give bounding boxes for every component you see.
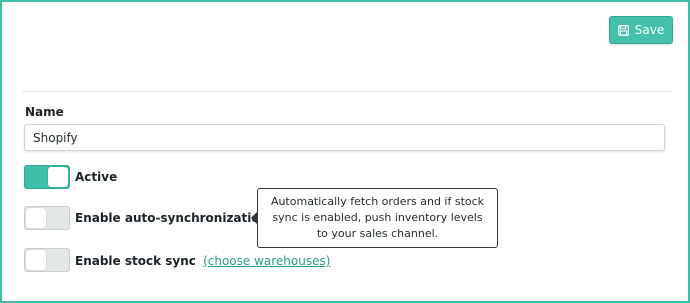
name-input[interactable]: [24, 124, 665, 151]
tooltip-text: Automatically fetch orders and if stock …: [270, 195, 485, 240]
auto-sync-tooltip: Automatically fetch orders and if stock …: [257, 188, 498, 248]
settings-panel: Save Name Active Enable auto-synchroniza…: [0, 0, 690, 303]
save-button-label: Save: [634, 23, 665, 37]
stock-sync-toggle[interactable]: [24, 248, 70, 272]
auto-sync-label: Enable auto-synchronization: [75, 211, 269, 225]
stock-sync-label: Enable stock sync: [75, 254, 196, 268]
auto-sync-toggle[interactable]: [24, 206, 70, 230]
choose-warehouses-link[interactable]: (choose warehouses): [203, 254, 330, 268]
toggle-knob: [26, 208, 46, 228]
toggle-knob: [48, 167, 68, 187]
header-divider: [22, 91, 672, 92]
active-label: Active: [75, 170, 118, 184]
active-toggle[interactable]: [24, 165, 70, 189]
toggle-knob: [26, 250, 46, 270]
name-label: Name: [25, 105, 64, 119]
stock-sync-row: Enable stock sync (choose warehouses): [75, 254, 330, 268]
floppy-disk-icon: [617, 24, 629, 36]
save-button[interactable]: Save: [609, 16, 673, 44]
